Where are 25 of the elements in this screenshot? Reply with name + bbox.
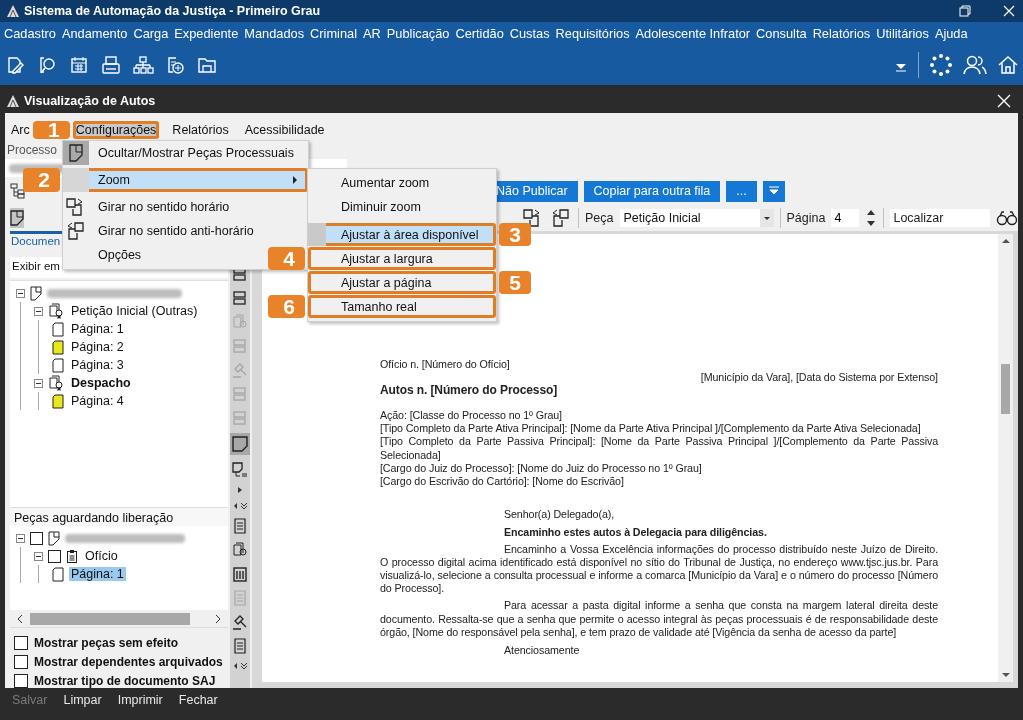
document-text: Senhor(a) Delegado(a), xyxy=(503,507,616,521)
window-title: Sistema de Automação da Justiça - Primeiro Grau xyxy=(24,4,321,18)
piece-label: Peça xyxy=(585,211,614,225)
document-text: [Tipo Completo da Parte Ativa Principal]: [Nome da Parte Ativa Principal ]/[Complemento da Parte Ativa Selecionada] xyxy=(380,422,922,436)
document-text: Encaminho estes autos à Delegacia para diligências. xyxy=(503,525,768,540)
document-text: Para acessar a pasta digital informe a senha que consta na margem lateral direita deste documento. Ressalta-se que a senha que permite o acesso integral às peças processuais é de responsabilidade deste órgão, [Nome do responsável pela senha], e tem prazo de validade até [Vigência da senha de acesso da parte] xyxy=(380,599,938,639)
field-label: Processo xyxy=(6,142,59,156)
document-text: [Tipo Completo da Parte Passiva Principal]: [Nome da Parte Passiva Principal ]/[Complemento da Parte Passiva Selecionada] xyxy=(380,435,938,462)
callout-badge: 3 xyxy=(499,223,531,246)
document-text: Atenciosamente xyxy=(503,643,581,657)
callout-badge: 5 xyxy=(499,271,531,294)
callout-badge: 6 xyxy=(268,295,305,318)
document-text: Ofício n. [Número do Ofício] xyxy=(380,358,511,372)
document-text: Ação: [Classe do Processo no 1º Grau] xyxy=(380,409,563,423)
document-text: Encaminho a Vossa Excelência informações do processo distribuído neste Juízo de Direito. O processo digital acima identificado está disponível no sítio do Tribunal de Justiça, no endereço www.tjsc.jus.br. Para visualizá-lo, selecione a consulta processual e informe a comarca [Município da Vara] e o número do processo [Número do Processo]. xyxy=(380,543,938,596)
document-text: [Cargo do Juiz do Processo]: [Nome do Juiz do Processo no 1º Grau] xyxy=(380,461,703,475)
page-label: Página xyxy=(786,211,826,225)
dialog-title: Visualização de Autos xyxy=(24,93,156,108)
callout-badge: 2 xyxy=(23,168,60,192)
document-text: [Cargo do Escrivão do Cartório]: [Nome do Escrivão] xyxy=(380,474,625,488)
panel-header: Peças aguardando liberação xyxy=(10,507,228,526)
callout-badge: 4 xyxy=(268,247,305,270)
document-text: [Município da Vara], [Data do Sistema por Extenso] xyxy=(699,371,938,385)
callout-badge: 1 xyxy=(32,121,70,139)
document-text: Autos n. [Número do Processo] xyxy=(380,384,559,398)
